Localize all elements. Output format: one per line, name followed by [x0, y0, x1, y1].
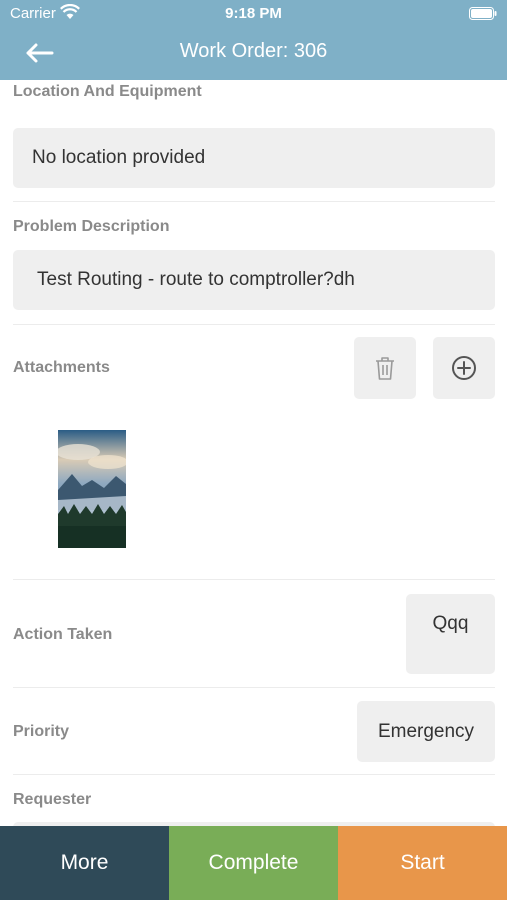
priority-selector[interactable]: Emergency — [357, 701, 495, 762]
landscape-photo — [58, 430, 126, 548]
plus-circle-icon — [452, 356, 476, 380]
work-order-details[interactable]: Location And Equipment No location provi… — [13, 80, 495, 826]
requester-label: Requester — [13, 791, 92, 808]
status-bar: Carrier 9:18 PM — [0, 0, 507, 28]
action-taken-field[interactable]: Qqq — [406, 594, 495, 674]
header: Carrier 9:18 PM Work Order: 306 — [0, 0, 507, 80]
divider — [13, 579, 495, 580]
attachment-thumbnail[interactable] — [58, 430, 126, 548]
page-title: Work Order: 306 — [179, 40, 328, 62]
delete-attachment-button[interactable] — [354, 337, 416, 399]
divider — [13, 324, 495, 325]
location-field[interactable]: No location provided — [13, 128, 495, 188]
divider — [13, 774, 495, 775]
battery-icon — [469, 7, 497, 20]
trash-icon — [376, 357, 394, 380]
problem-description-field[interactable]: Test Routing - route to comptroller?dh — [13, 250, 495, 310]
action-taken-label: Action Taken — [13, 626, 113, 643]
problem-description-label: Problem Description — [13, 218, 170, 235]
bottom-action-bar: More Complete Start — [0, 826, 507, 900]
start-button[interactable]: Start — [338, 826, 507, 900]
attachments-label: Attachments — [13, 359, 110, 376]
clock: 9:18 PM — [225, 5, 282, 22]
priority-label: Priority — [13, 723, 70, 740]
more-button[interactable]: More — [0, 826, 169, 900]
nav-bar: Work Order: 306 — [0, 28, 507, 80]
divider — [13, 201, 495, 202]
add-attachment-button[interactable] — [433, 337, 495, 399]
complete-button[interactable]: Complete — [169, 826, 338, 900]
location-label: Location And Equipment — [13, 83, 202, 100]
divider — [13, 687, 495, 688]
